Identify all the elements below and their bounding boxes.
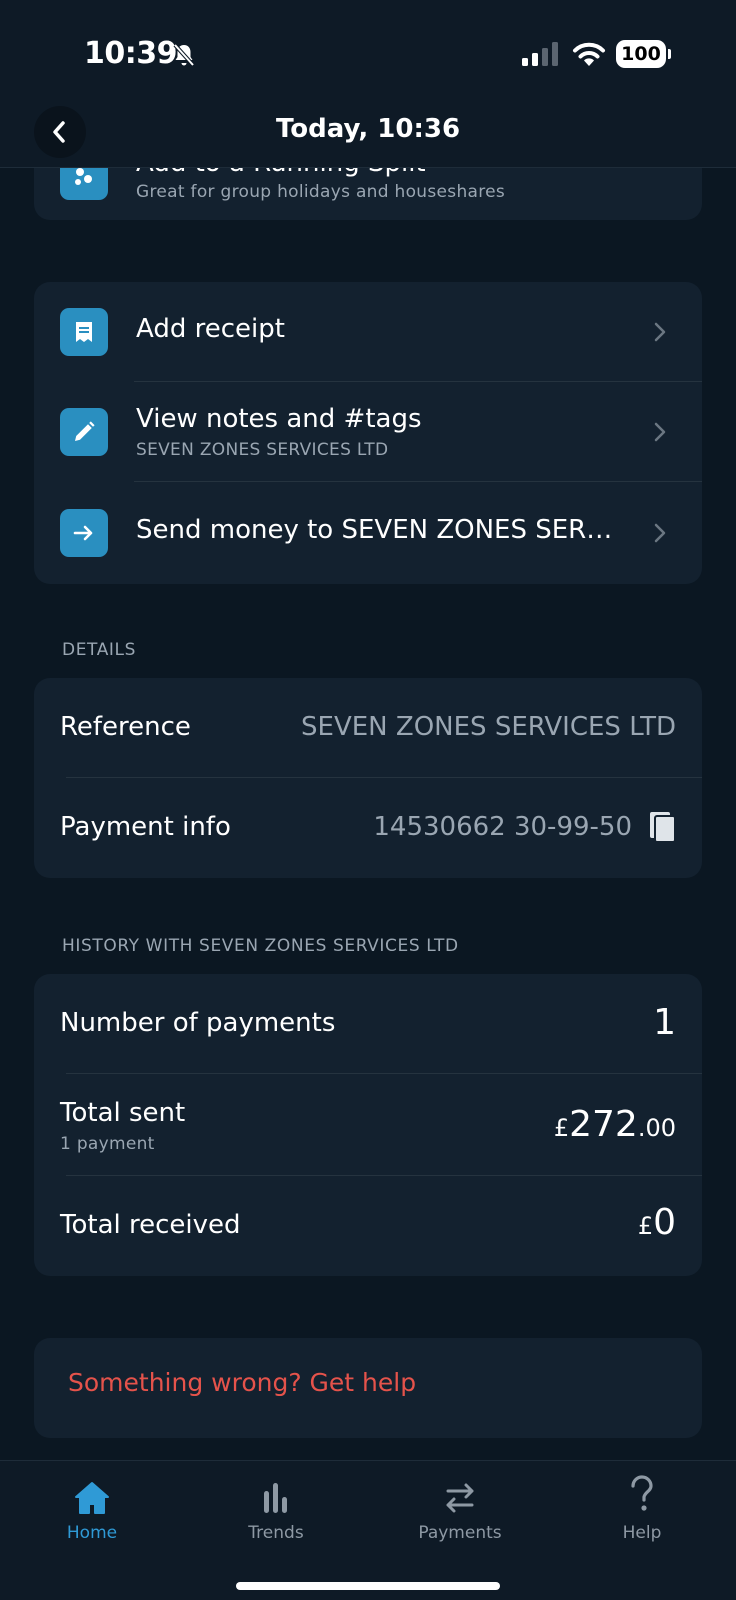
view-notes-label: View notes and #tags: [136, 404, 422, 434]
add-receipt-label: Add receipt: [136, 314, 285, 344]
status-time: 10:39: [84, 36, 178, 71]
battery-indicator: 100: [616, 40, 671, 68]
total-received-major: 0: [653, 1202, 676, 1243]
view-notes-subtitle: SEVEN ZONES SERVICES LTD: [136, 440, 389, 460]
tab-trends-label: Trends: [248, 1523, 304, 1543]
arrow-right-icon: [73, 525, 93, 541]
chevron-right-icon: [654, 322, 666, 342]
receipt-icon: [76, 322, 92, 342]
running-split-subtitle: Great for group holidays and houseshares: [136, 182, 506, 202]
tab-payments-label: Payments: [418, 1523, 502, 1543]
actions-card: Add receipt View notes and #tags SEVEN Z…: [34, 282, 702, 584]
reference-value: SEVEN ZONES SERVICES LTD: [301, 712, 676, 742]
tab-home[interactable]: Home: [32, 1461, 152, 1561]
history-section-label: HISTORY WITH SEVEN ZONES SERVICES LTD: [62, 936, 459, 956]
payment-info-value: 14530662 30-99-50: [373, 812, 632, 842]
total-received-label: Total received: [60, 1210, 241, 1240]
signal-icon: [522, 42, 558, 66]
notes-icon-box: [60, 408, 108, 456]
payment-info-label: Payment info: [60, 812, 231, 842]
home-indicator: [236, 1582, 500, 1590]
total-sent-label: Total sent: [60, 1098, 186, 1128]
wifi-icon: [573, 42, 605, 66]
details-card: Reference SEVEN ZONES SERVICES LTD Payme…: [34, 678, 702, 878]
get-help-card[interactable]: Something wrong? Get help: [34, 1338, 702, 1438]
send-money-label: Send money to SEVEN ZONES SER…: [136, 515, 613, 545]
tab-trends[interactable]: Trends: [216, 1461, 336, 1561]
number-of-payments-label: Number of payments: [60, 1008, 336, 1038]
total-received-currency: £: [637, 1212, 654, 1240]
home-icon: [75, 1482, 109, 1514]
reference-row: Reference SEVEN ZONES SERVICES LTD: [34, 678, 702, 778]
copy-icon[interactable]: [648, 810, 678, 844]
total-sent-row: Total sent 1 payment £272.00: [34, 1074, 702, 1176]
payment-info-row[interactable]: Payment info 14530662 30-99-50: [34, 778, 702, 878]
total-sent-major: 272: [569, 1104, 638, 1145]
send-icon-box: [60, 509, 108, 557]
chevron-right-icon: [654, 523, 666, 543]
details-section-label: DETAILS: [62, 640, 137, 660]
bell-off-icon: [173, 43, 195, 67]
history-card: Number of payments 1 Total sent 1 paymen…: [34, 974, 702, 1276]
page-title: Today, 10:36: [275, 114, 461, 144]
receipt-icon-box: [60, 308, 108, 356]
number-of-payments-value: 1: [653, 1002, 676, 1043]
pencil-icon: [75, 421, 95, 441]
number-of-payments-row: Number of payments 1: [34, 974, 702, 1074]
total-sent-minor: .00: [637, 1114, 676, 1142]
tab-bar: Home Trends Payments Help: [0, 1460, 736, 1600]
tab-home-label: Home: [66, 1523, 118, 1543]
tab-payments[interactable]: Payments: [400, 1461, 520, 1561]
trends-icon: [264, 1483, 287, 1513]
help-icon: [631, 1475, 653, 1511]
payments-icon: [446, 1483, 474, 1513]
send-money-row[interactable]: Send money to SEVEN ZONES SER…: [34, 482, 702, 584]
total-sent-subtitle: 1 payment: [60, 1134, 155, 1154]
get-help-link[interactable]: Something wrong? Get help: [68, 1368, 416, 1397]
status-bar: 10:39 100: [0, 0, 736, 100]
tab-help-label: Help: [622, 1523, 662, 1543]
total-sent-amount: £272.00: [554, 1104, 676, 1145]
view-notes-row[interactable]: View notes and #tags SEVEN ZONES SERVICE…: [34, 382, 702, 482]
tab-help[interactable]: Help: [582, 1461, 702, 1561]
chevron-right-icon: [654, 422, 666, 442]
total-received-amount: £0: [638, 1202, 676, 1243]
total-received-row: Total received £0: [34, 1176, 702, 1276]
nav-bar: Today, 10:36: [0, 100, 736, 168]
total-sent-currency: £: [553, 1114, 570, 1142]
reference-label: Reference: [60, 712, 191, 742]
add-receipt-row[interactable]: Add receipt: [34, 282, 702, 382]
